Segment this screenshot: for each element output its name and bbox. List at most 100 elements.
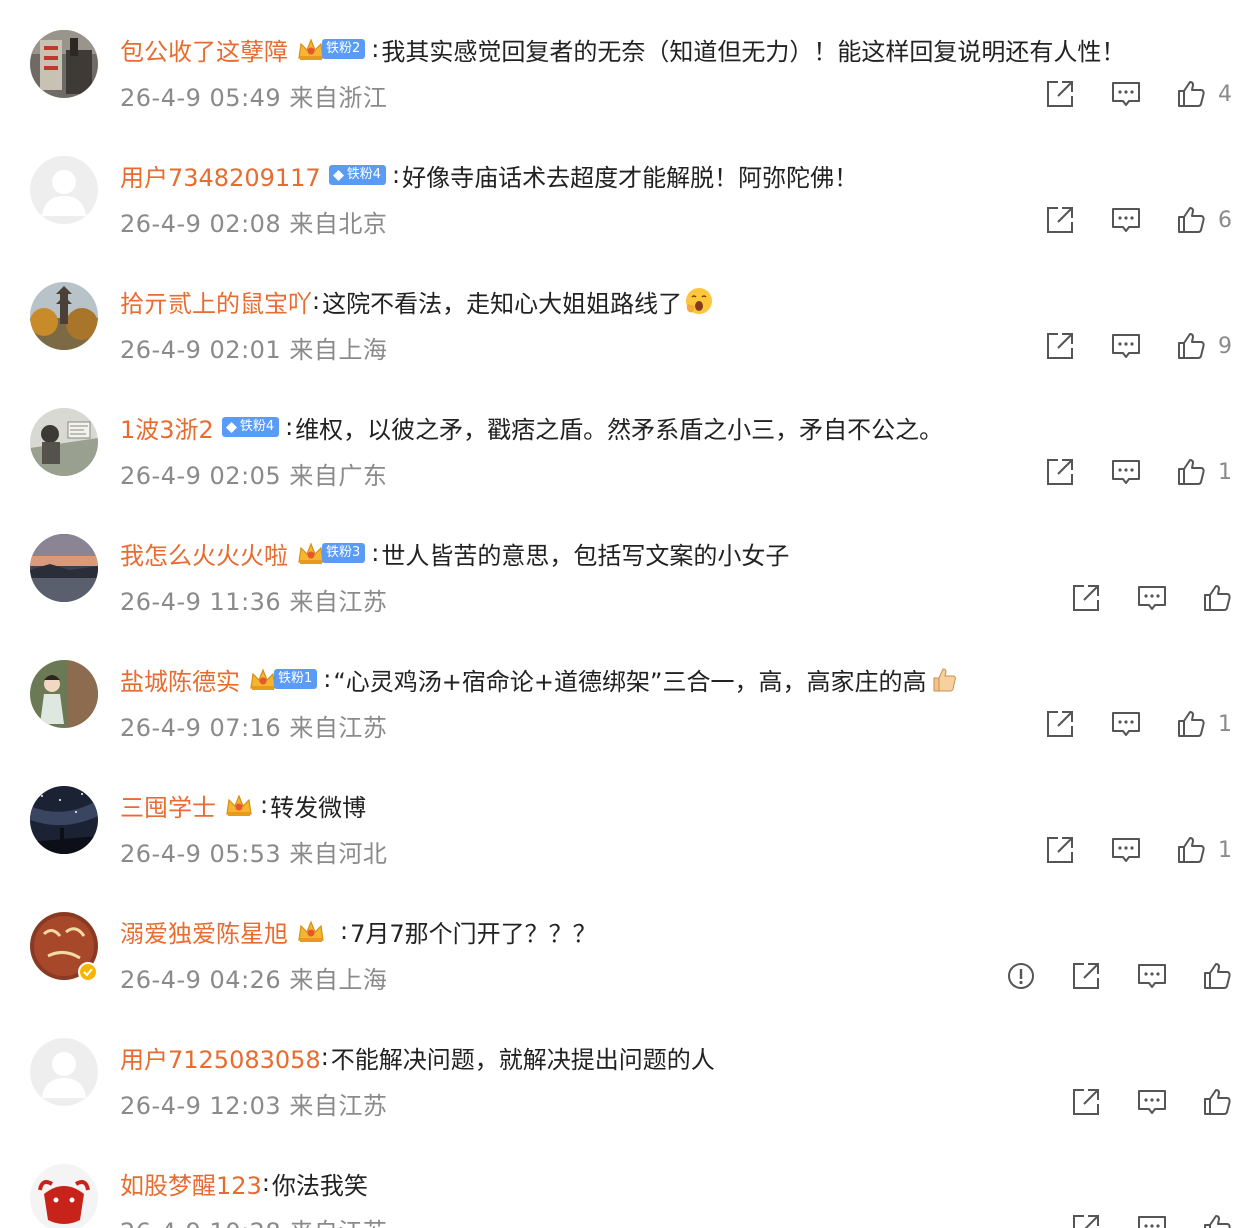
like-button[interactable]: 6 bbox=[1176, 200, 1232, 240]
username[interactable]: 盐城陈德实 bbox=[120, 662, 240, 697]
share-button[interactable] bbox=[1044, 452, 1076, 492]
comment-button[interactable] bbox=[1136, 1208, 1168, 1228]
comment-meta: 26-4-9 05:53 来自河北 bbox=[120, 834, 387, 869]
share-button[interactable] bbox=[1044, 326, 1076, 366]
username[interactable]: 1波3浙2 bbox=[120, 410, 214, 445]
username[interactable]: 三囤学士 bbox=[120, 788, 216, 823]
comment-meta: 26-4-9 11:36 来自江苏 bbox=[120, 582, 387, 617]
avatar[interactable] bbox=[30, 30, 98, 98]
comment-line: 拾亓贰上的鼠宝吖 : 这院不看法，走知心大姐姐路线了 bbox=[120, 282, 714, 320]
fan-badge: 铁粉2 bbox=[322, 39, 366, 59]
share-button[interactable] bbox=[1044, 830, 1076, 870]
comment-button[interactable] bbox=[1110, 452, 1142, 492]
share-icon bbox=[1047, 711, 1073, 737]
thumbs-up-icon bbox=[1204, 1089, 1231, 1115]
comment-button[interactable] bbox=[1136, 956, 1168, 996]
share-button[interactable] bbox=[1070, 578, 1102, 618]
comment-line: 溺爱独爱陈星旭 : 7月7那个门开了？？？ bbox=[120, 912, 597, 950]
verified-icon bbox=[78, 962, 98, 982]
comment-button[interactable] bbox=[1110, 200, 1142, 240]
comment-date: 26-4-9 02:05 bbox=[120, 462, 282, 490]
username[interactable]: 用户7348209117 bbox=[120, 158, 321, 193]
like-button[interactable]: 4 bbox=[1176, 74, 1232, 114]
comment-text: 这院不看法，走知心大姐姐路线了 bbox=[322, 289, 683, 318]
share-icon bbox=[1047, 459, 1073, 485]
crown-icon bbox=[224, 792, 254, 818]
like-button[interactable] bbox=[1202, 578, 1232, 618]
like-button[interactable] bbox=[1202, 1208, 1232, 1228]
comment-location: 来自江苏 bbox=[289, 588, 388, 616]
share-button[interactable] bbox=[1044, 200, 1076, 240]
comment-date: 26-4-9 07:16 bbox=[120, 714, 282, 742]
username[interactable]: 我怎么火火火啦 bbox=[120, 536, 288, 571]
thumbs-up-icon bbox=[1178, 837, 1205, 863]
comment-location: 来自江苏 bbox=[289, 714, 388, 742]
comment-location: 来自江苏 bbox=[289, 1218, 387, 1228]
separator: : bbox=[323, 665, 332, 693]
report-button[interactable] bbox=[1006, 956, 1036, 996]
username[interactable]: 如股梦醒123 bbox=[120, 1166, 262, 1201]
comment-button[interactable] bbox=[1136, 1082, 1168, 1122]
thumbs-up-icon bbox=[1204, 585, 1231, 611]
avatar[interactable] bbox=[30, 408, 98, 476]
comment-date: 26-4-9 04:26 bbox=[120, 966, 282, 994]
like-button[interactable] bbox=[1202, 1082, 1232, 1122]
comment-button[interactable] bbox=[1136, 578, 1168, 618]
share-icon bbox=[1047, 837, 1073, 863]
share-button[interactable] bbox=[1044, 74, 1076, 114]
comment-icon bbox=[1112, 712, 1140, 736]
username[interactable]: 溺爱独爱陈星旭 bbox=[120, 914, 288, 949]
thumbs-up-icon bbox=[1178, 711, 1205, 737]
share-button[interactable] bbox=[1070, 956, 1102, 996]
comment-text: 你法我笑 bbox=[271, 1171, 368, 1200]
comment-line: 用户7125083058 : 不能解决问题，就解决提出问题的人 bbox=[120, 1038, 715, 1076]
comment-item: 我怎么火火火啦 铁粉3 : 世人皆苦的意思，包括写文案的小女子 26-4-9 1… bbox=[0, 504, 1256, 630]
username[interactable]: 包公收了这孽障 bbox=[120, 32, 288, 67]
comment-button[interactable] bbox=[1110, 704, 1142, 744]
share-button[interactable] bbox=[1070, 1082, 1102, 1122]
comment-actions: 9 bbox=[1044, 326, 1232, 366]
avatar[interactable] bbox=[30, 282, 98, 350]
avatar[interactable] bbox=[30, 534, 98, 602]
avatar[interactable] bbox=[30, 156, 98, 224]
comment-item: 拾亓贰上的鼠宝吖 : 这院不看法，走知心大姐姐路线了 26-4-9 02:01 … bbox=[0, 252, 1256, 378]
fan-level-label: 铁粉2 bbox=[326, 41, 361, 56]
comment-text: 转发微博 bbox=[270, 793, 367, 822]
yawn-emoji bbox=[684, 286, 714, 316]
like-button[interactable]: 1 bbox=[1176, 704, 1232, 744]
avatar[interactable] bbox=[30, 1038, 98, 1106]
comment-button[interactable] bbox=[1110, 326, 1142, 366]
like-button[interactable]: 9 bbox=[1176, 326, 1232, 366]
avatar[interactable] bbox=[30, 786, 98, 854]
comment-line: 我怎么火火火啦 铁粉3 : 世人皆苦的意思，包括写文案的小女子 bbox=[120, 534, 789, 572]
fan-badge: 铁粉4 bbox=[328, 165, 386, 185]
comment-item: 溺爱独爱陈星旭 : 7月7那个门开了？？？ 26-4-9 04:26 来自上海 bbox=[0, 882, 1256, 1008]
comment-meta: 26-4-9 02:08 来自北京 bbox=[120, 204, 387, 239]
share-button[interactable] bbox=[1044, 704, 1076, 744]
like-count: 1 bbox=[1218, 459, 1232, 485]
fan-level-label: 铁粉4 bbox=[346, 167, 381, 182]
comment-icon bbox=[1112, 82, 1140, 106]
comment-meta: 26-4-9 05:49 来自浙江 bbox=[120, 78, 387, 113]
share-icon bbox=[1073, 585, 1099, 611]
like-button[interactable]: 1 bbox=[1176, 830, 1232, 870]
comment-location: 来自河北 bbox=[289, 840, 388, 868]
fan-level-label: 铁粉3 bbox=[326, 545, 361, 560]
like-button[interactable]: 1 bbox=[1176, 452, 1232, 492]
share-icon bbox=[1047, 333, 1073, 359]
comment-location: 来自上海 bbox=[289, 336, 388, 364]
share-button[interactable] bbox=[1070, 1208, 1102, 1228]
username[interactable]: 用户7125083058 bbox=[120, 1040, 321, 1075]
comment-meta: 26-4-9 02:01 来自上海 bbox=[120, 330, 387, 365]
username[interactable]: 拾亓贰上的鼠宝吖 bbox=[120, 284, 312, 319]
comment-button[interactable] bbox=[1110, 830, 1142, 870]
comment-location: 来自上海 bbox=[289, 966, 388, 994]
avatar[interactable] bbox=[30, 1164, 98, 1228]
avatar[interactable] bbox=[30, 660, 98, 728]
comment-actions bbox=[1070, 578, 1232, 618]
comment-line: 用户7348209117 铁粉4 : 好像寺庙话术去超度才能解脱！阿弥陀佛！ bbox=[120, 156, 858, 194]
comment-button[interactable] bbox=[1110, 74, 1142, 114]
comment-text: 7月7那个门开了？？？ bbox=[350, 919, 597, 948]
like-button[interactable] bbox=[1202, 956, 1232, 996]
comment-date: 26-4-9 05:53 bbox=[120, 840, 282, 868]
